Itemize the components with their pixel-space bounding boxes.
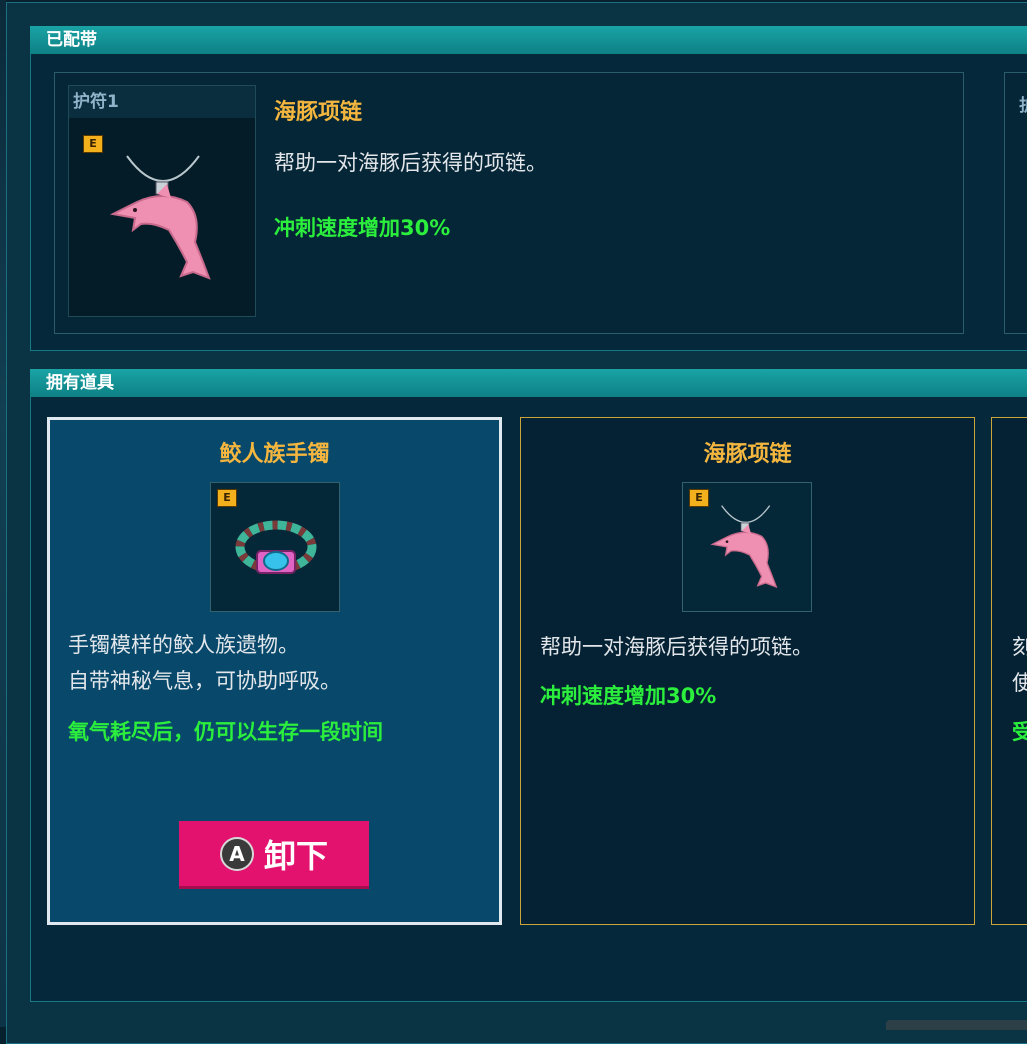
owned-item-description-1: 帮助一对海豚后获得的项链。	[540, 635, 813, 659]
rank-badge: E	[689, 489, 709, 507]
owned-item-description-1: 手镯模样的鲛人族遗物。	[68, 633, 299, 657]
bracelet-icon	[235, 520, 317, 574]
equipped-item-card-2[interactable]: 护	[1004, 72, 1027, 334]
dolphin-necklace-icon	[109, 155, 211, 280]
owned-section-title: 拥有道具	[46, 373, 114, 393]
owned-item-description-2: 使	[1012, 671, 1027, 695]
rank-badge: E	[83, 135, 103, 153]
owned-item-name: 海豚项链	[703, 442, 792, 467]
owned-item-name: 鲛人族手镯	[219, 442, 330, 467]
equipped-item-name: 海豚项链	[274, 100, 363, 125]
equipped-item-description: 帮助一对海豚后获得的项链。	[274, 151, 547, 175]
owned-section-header: 拥有道具	[30, 369, 1027, 397]
equipped-section-title: 已配带	[46, 30, 97, 50]
rank-badge: E	[217, 489, 237, 507]
slot-label-2: 护	[1019, 91, 1027, 116]
item-icon-frame: E	[682, 482, 812, 612]
charm-slot-1[interactable]: 护符1 E	[68, 85, 256, 317]
bottom-scroll-hint	[886, 1020, 1027, 1030]
owned-item-description-2: 自带神秘气息，可协助呼吸。	[68, 669, 341, 693]
unequip-button[interactable]: A 卸下	[179, 821, 369, 889]
item-icon-frame: E	[210, 482, 340, 612]
slot-label: 护符1	[69, 86, 255, 118]
dolphin-necklace-icon	[710, 505, 778, 589]
a-button-icon: A	[219, 836, 254, 871]
equipped-section-header: 已配带	[30, 26, 1027, 54]
owned-item-effect: 氧气耗尽后，仍可以生存一段时间	[68, 720, 383, 744]
owned-item-effect: 受	[1012, 720, 1027, 744]
owned-item-description-1: 刻	[1012, 635, 1027, 659]
unequip-label: 卸下	[263, 836, 328, 875]
owned-item-effect: 冲刺速度增加30%	[540, 684, 717, 708]
equipped-item-effect: 冲刺速度增加30%	[274, 216, 451, 240]
